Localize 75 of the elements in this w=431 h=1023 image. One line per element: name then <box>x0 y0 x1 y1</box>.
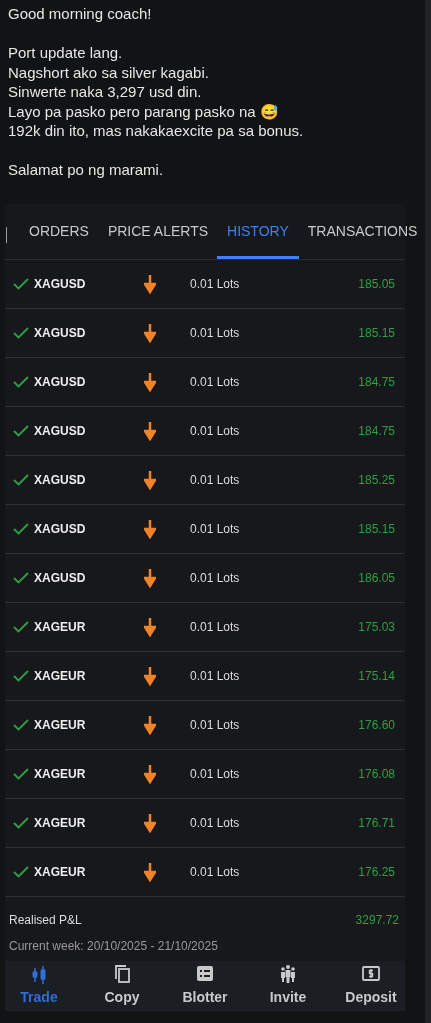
check-icon <box>13 376 29 388</box>
pnl-text: 176.08 <box>358 766 395 783</box>
nav-tab[interactable]: Invite <box>258 964 318 1008</box>
lots-text: 0.01 Lots <box>190 864 240 881</box>
symbol-text: XAGUSD <box>34 325 87 342</box>
check-icon <box>13 670 29 682</box>
copy-icon <box>113 964 131 984</box>
message-line: Port update lang. <box>8 43 124 63</box>
lots-text: 0.01 Lots <box>190 472 240 489</box>
pnl-text: 176.71 <box>358 815 395 832</box>
nav-tab[interactable]: Deposit <box>341 964 401 1008</box>
list-icon <box>196 964 214 984</box>
check-icon <box>13 719 29 731</box>
lots-text: 0.01 Lots <box>190 619 240 636</box>
pnl-text: 185.25 <box>358 472 395 489</box>
pnl-text: 176.25 <box>358 864 395 881</box>
message-line: Salamat po ng marami. <box>8 160 165 180</box>
check-icon <box>13 866 29 878</box>
lots-text: 0.01 Lots <box>190 276 240 293</box>
summary-value: 3297.72 <box>355 912 399 929</box>
symbol-text: XAGEUR <box>34 668 87 685</box>
symbol-text: XAGUSD <box>34 472 87 489</box>
lots-text: 0.01 Lots <box>190 815 240 832</box>
summary-label: Realised P&L <box>9 912 82 929</box>
period-text: Current week: 20/10/2025 - 21/10/2025 <box>8 938 219 955</box>
cash-icon <box>362 964 380 984</box>
lots-text: 0.01 Lots <box>190 521 240 538</box>
lots-text: 0.01 Lots <box>190 374 240 391</box>
nav-tab[interactable]: Copy <box>92 964 152 1008</box>
check-icon <box>13 278 29 290</box>
symbol-text: XAGUSD <box>34 570 87 587</box>
message-line: Sinwerte naka 3,297 usd din. <box>8 82 203 102</box>
tab[interactable]: ORDERS <box>29 221 89 259</box>
pnl-text: 186.05 <box>358 570 395 587</box>
message-line: Good morning coach! <box>8 4 153 24</box>
symbol-text: XAGUSD <box>34 276 87 293</box>
symbol-text: XAGUSD <box>34 374 87 391</box>
check-icon <box>13 474 29 486</box>
nav-tab[interactable]: Blotter <box>175 964 235 1008</box>
symbol-text: XAGEUR <box>34 864 87 881</box>
check-icon <box>13 621 29 633</box>
check-icon <box>13 572 29 584</box>
check-icon <box>13 425 29 437</box>
pnl-text: 185.15 <box>358 521 395 538</box>
check-icon <box>13 523 29 535</box>
symbol-text: XAGEUR <box>34 619 87 636</box>
lots-text: 0.01 Lots <box>190 325 240 342</box>
lots-text: 0.01 Lots <box>190 717 240 734</box>
pnl-text: 184.75 <box>358 374 395 391</box>
symbol-text: XAGUSD <box>34 521 87 538</box>
check-icon <box>13 768 29 780</box>
lots-text: 0.01 Lots <box>190 423 240 440</box>
tab[interactable]: PRICE ALERTS <box>107 221 209 259</box>
pnl-text: 185.15 <box>358 325 395 342</box>
check-icon <box>13 817 29 829</box>
lots-text: 0.01 Lots <box>190 668 240 685</box>
pnl-text: 184.75 <box>358 423 395 440</box>
symbol-text: XAGEUR <box>34 766 87 783</box>
pnl-text: 185.05 <box>358 276 395 293</box>
message-line: Layo pa pasko pero parang pasko na 😅 <box>8 101 280 121</box>
lots-text: 0.01 Lots <box>190 570 240 587</box>
lots-text: 0.01 Lots <box>190 766 240 783</box>
symbol-text: XAGEUR <box>34 717 87 734</box>
pnl-text: 176.60 <box>358 717 395 734</box>
candlestick-icon <box>30 964 48 984</box>
message-line: Nagshort ako sa silver kagabi. <box>8 62 210 82</box>
pnl-text: 175.03 <box>358 619 395 636</box>
message-line: 192k din ito, mas nakakaexcite pa sa bonus. <box>8 121 305 141</box>
symbol-text: XAGEUR <box>34 815 87 832</box>
symbol-text: XAGUSD <box>34 423 87 440</box>
tab[interactable]: TRANSACTIONS <box>307 221 418 259</box>
check-icon <box>13 327 29 339</box>
people-icon <box>279 964 297 984</box>
tab[interactable]: HISTORY <box>217 221 299 259</box>
pnl-text: 175.14 <box>358 668 395 685</box>
